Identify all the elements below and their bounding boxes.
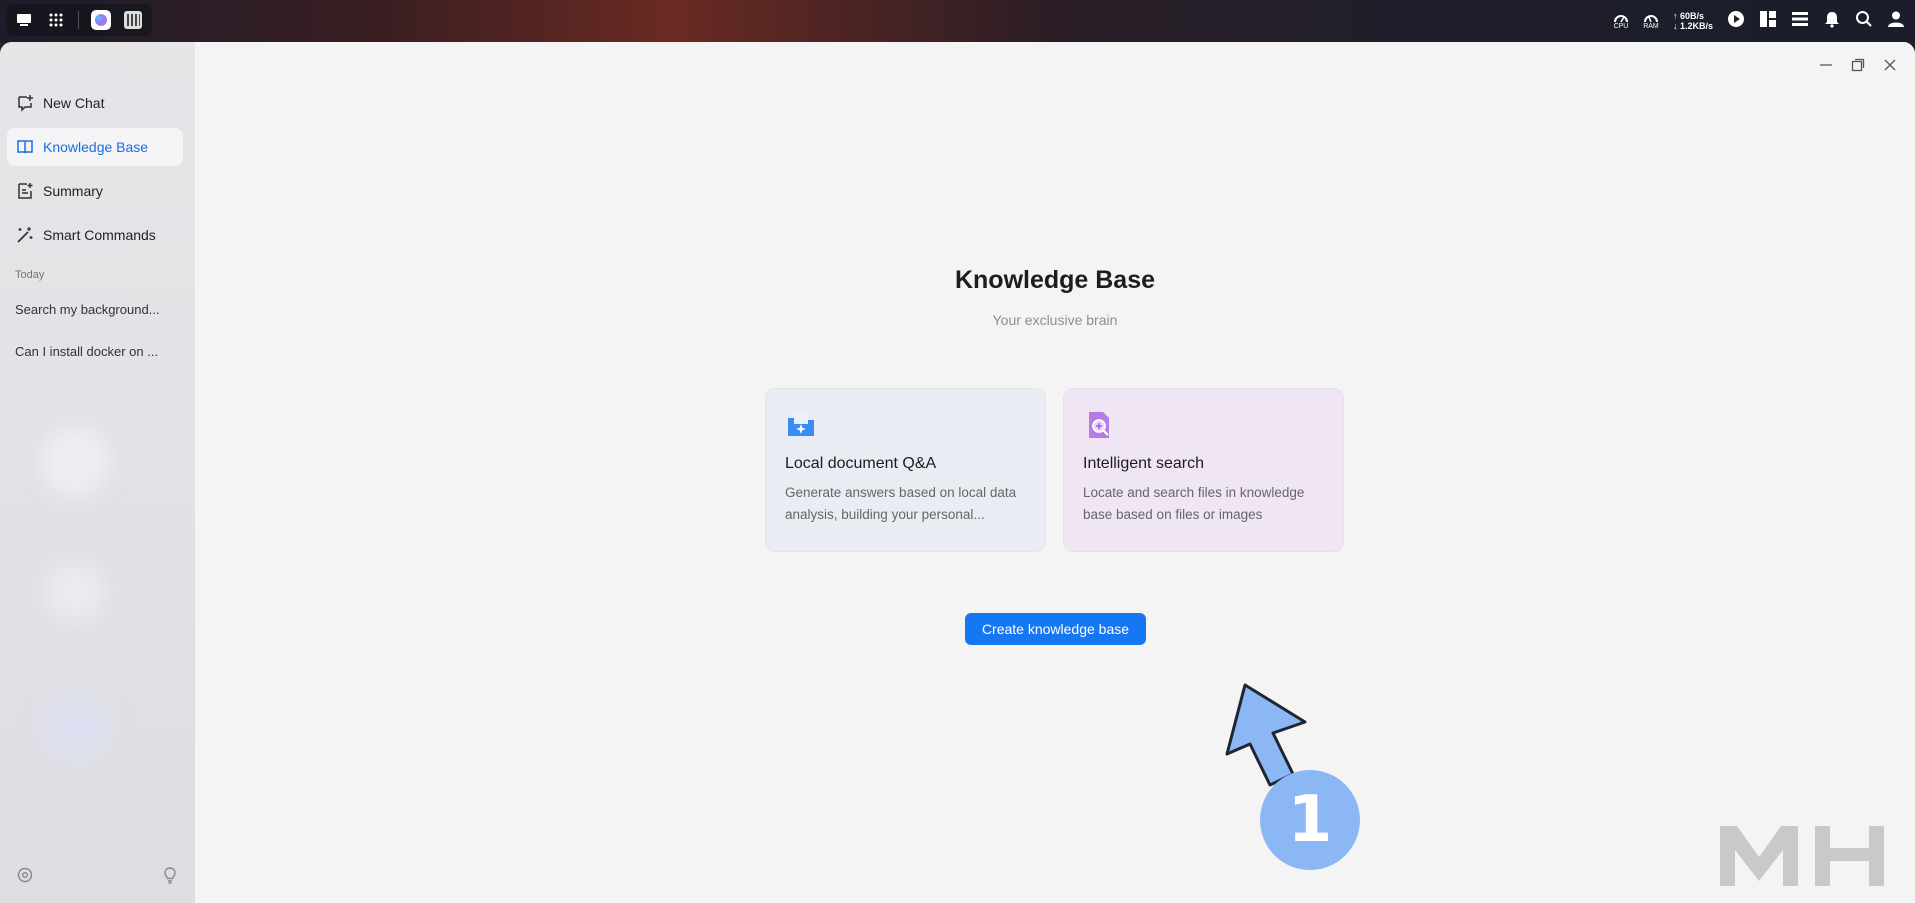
- sidebar-item-label: Summary: [43, 183, 103, 199]
- sidebar: New Chat Knowledge Base Summary Smart Co…: [0, 42, 195, 903]
- app-window: New Chat Knowledge Base Summary Smart Co…: [0, 42, 1915, 903]
- cpu-label: CPU: [1613, 23, 1629, 30]
- restore-icon[interactable]: [1849, 56, 1867, 74]
- feature-card-intelligent-search[interactable]: Intelligent search Locate and search fil…: [1063, 388, 1344, 552]
- feature-card-local-qa[interactable]: Local document Q&A Generate answers base…: [765, 388, 1046, 552]
- sidebar-footer: [0, 866, 195, 889]
- user-account-icon[interactable]: [1887, 10, 1905, 33]
- sidebar-item-summary[interactable]: Summary: [7, 172, 183, 210]
- dock: [6, 4, 152, 36]
- lightbulb-icon[interactable]: [161, 866, 179, 889]
- system-tray: CPU RAM ↑ 60B/s ↓ 1.2KB/s: [1613, 6, 1905, 36]
- network-speed[interactable]: ↑ 60B/s ↓ 1.2KB/s: [1673, 11, 1713, 31]
- settings-gear-icon[interactable]: [16, 866, 34, 889]
- magic-wand-icon: [17, 227, 33, 243]
- task-manager-icon[interactable]: [1791, 10, 1809, 33]
- ram-meter[interactable]: RAM: [1643, 12, 1659, 30]
- annotation-step-number: 1: [1260, 770, 1360, 870]
- sidebar-item-label: New Chat: [43, 95, 105, 111]
- decorative-blob: [40, 427, 110, 497]
- widgets-icon[interactable]: [1759, 10, 1777, 33]
- page-subtitle: Your exclusive brain: [992, 312, 1118, 328]
- minimize-icon[interactable]: [1817, 56, 1835, 74]
- desktop-topbar: CPU RAM ↑ 60B/s ↓ 1.2KB/s: [0, 0, 1915, 42]
- media-play-icon[interactable]: [1727, 10, 1745, 33]
- sidebar-item-label: Knowledge Base: [43, 139, 149, 155]
- new-chat-icon: [18, 95, 33, 112]
- app-grid-icon[interactable]: [46, 10, 66, 30]
- ram-label: RAM: [1643, 23, 1659, 30]
- card-description: Locate and search files in knowledge bas…: [1083, 485, 1305, 522]
- card-title: Intelligent search: [1083, 455, 1204, 472]
- history-section-today: Today: [15, 269, 45, 281]
- desktop-icon[interactable]: [14, 10, 34, 30]
- net-download: ↓ 1.2KB/s: [1672, 21, 1713, 31]
- history-item[interactable]: Search my background...: [15, 302, 175, 317]
- search-document-icon: [1083, 409, 1115, 441]
- sidebar-nav: New Chat Knowledge Base Summary Smart Co…: [7, 84, 183, 260]
- history-item[interactable]: Can I install docker on ...: [15, 344, 175, 359]
- notification-bell-icon[interactable]: [1823, 10, 1841, 33]
- card-title: Local document Q&A: [785, 455, 937, 472]
- cpu-meter[interactable]: CPU: [1613, 12, 1629, 30]
- document-folder-icon: [785, 409, 817, 441]
- summary-icon: [18, 183, 33, 199]
- window-controls: [1817, 56, 1899, 74]
- watermark-logo: [1720, 826, 1884, 886]
- create-knowledge-base-button[interactable]: Create knowledge base: [965, 613, 1146, 645]
- close-icon[interactable]: [1881, 56, 1899, 74]
- card-description: Generate answers based on local data ana…: [785, 485, 1017, 522]
- sidebar-item-label: Smart Commands: [43, 227, 156, 243]
- calculator-app-icon[interactable]: [123, 10, 143, 30]
- book-icon: [17, 140, 33, 154]
- sidebar-item-knowledge-base[interactable]: Knowledge Base: [7, 128, 183, 166]
- ai-assistant-app-icon[interactable]: [91, 10, 111, 30]
- main-content: Knowledge Base Your exclusive brain Loca…: [195, 42, 1915, 903]
- decorative-blob: [45, 562, 105, 622]
- decorative-blob: [42, 692, 112, 762]
- dock-separator: [78, 11, 79, 29]
- sidebar-item-smart-commands[interactable]: Smart Commands: [7, 216, 183, 254]
- net-upload: ↑ 60B/s: [1672, 11, 1704, 21]
- page-title: Knowledge Base: [954, 266, 1156, 294]
- sidebar-item-new-chat[interactable]: New Chat: [7, 84, 183, 122]
- search-icon[interactable]: [1855, 10, 1873, 33]
